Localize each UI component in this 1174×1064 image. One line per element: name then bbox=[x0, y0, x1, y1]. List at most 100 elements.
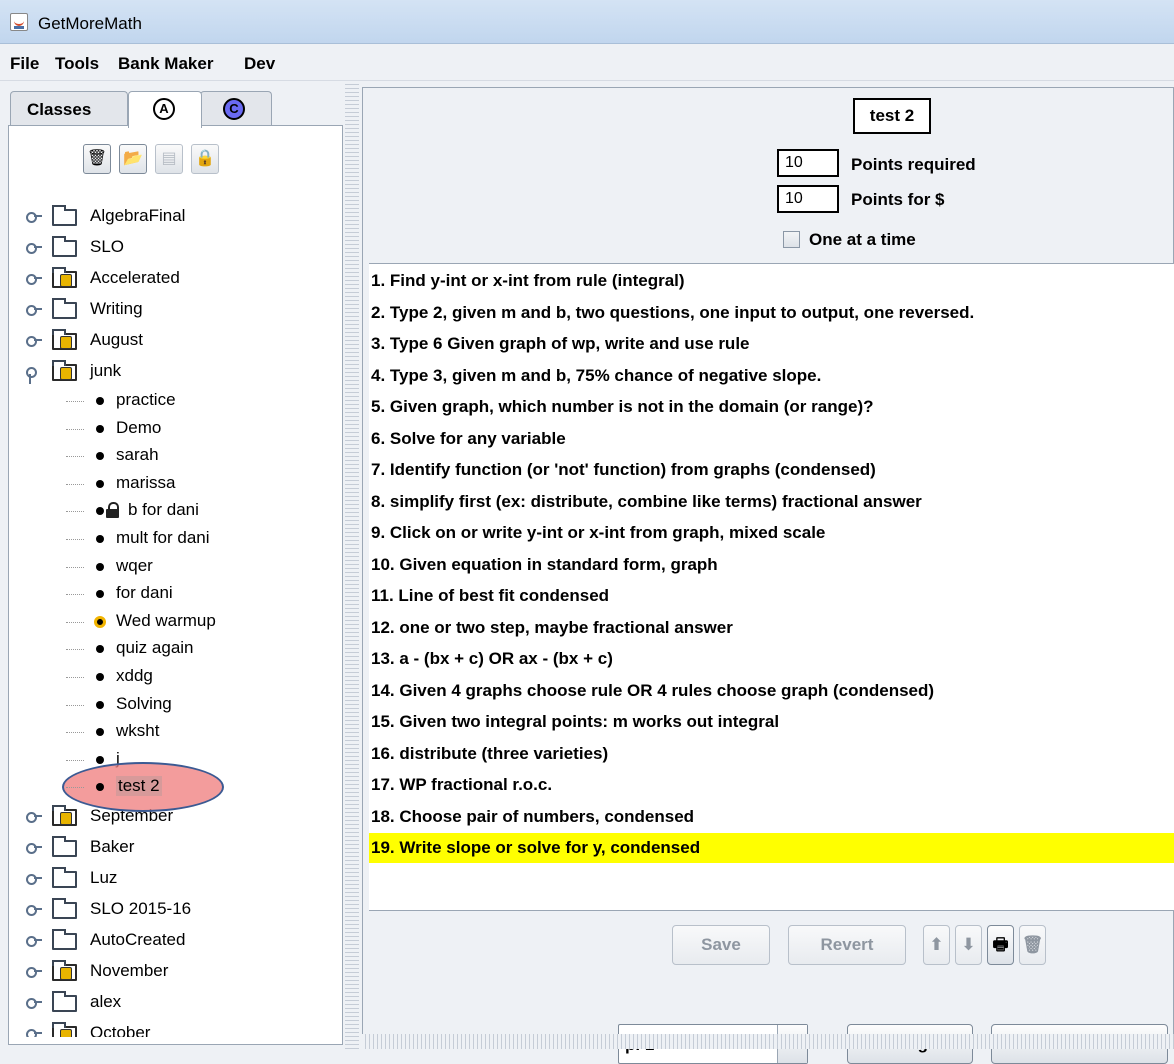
new-item-button[interactable]: ▤ bbox=[155, 144, 183, 174]
points-required-input[interactable]: 10 bbox=[777, 149, 839, 177]
question-row[interactable]: 18. Choose pair of numbers, condensed bbox=[369, 802, 1174, 832]
menu-file[interactable]: File bbox=[10, 54, 39, 74]
expand-key-icon[interactable] bbox=[26, 273, 42, 285]
one-at-a-time-checkbox[interactable] bbox=[783, 231, 800, 248]
tree-item[interactable]: AutoCreated bbox=[10, 926, 340, 957]
tree-item[interactable]: August bbox=[10, 326, 340, 357]
tree-item[interactable]: alex bbox=[10, 988, 340, 1019]
tree-item[interactable]: SLO 2015-16 bbox=[10, 895, 340, 926]
trash-button[interactable]: 🗑 bbox=[83, 144, 111, 174]
folder-badge-icon bbox=[52, 329, 77, 350]
question-row[interactable]: 19. Write slope or solve for y, condense… bbox=[369, 833, 1174, 863]
trash-icon[interactable]: 🗑 bbox=[1019, 925, 1046, 965]
folder-icon bbox=[52, 298, 77, 319]
expand-key-icon[interactable] bbox=[26, 842, 42, 854]
expand-key-icon[interactable] bbox=[26, 335, 42, 347]
list-item[interactable]: b for dani bbox=[10, 498, 340, 526]
tab-c[interactable]: C bbox=[200, 91, 272, 126]
bullet-icon bbox=[96, 562, 104, 571]
list-item[interactable]: xddg bbox=[10, 664, 340, 692]
question-row[interactable]: 8. simplify first (ex: distribute, combi… bbox=[369, 487, 1174, 517]
resize-grip[interactable] bbox=[362, 1034, 1174, 1049]
tree-item[interactable]: Accelerated bbox=[10, 264, 340, 295]
menu-bank-maker[interactable]: Bank Maker bbox=[118, 54, 213, 74]
list-item[interactable]: Wed warmup bbox=[10, 609, 340, 637]
tree-item-junk[interactable]: junk bbox=[10, 357, 340, 388]
circle-c-icon: C bbox=[223, 98, 245, 120]
tab-a[interactable]: A bbox=[128, 91, 202, 128]
question-row[interactable]: 1. Find y-int or x-int from rule (integr… bbox=[369, 266, 1174, 296]
question-row[interactable]: 6. Solve for any variable bbox=[369, 424, 1174, 454]
tree-item[interactable]: AlgebraFinal bbox=[10, 202, 340, 233]
save-button[interactable]: Save bbox=[672, 925, 770, 965]
expand-key-icon[interactable] bbox=[26, 935, 42, 947]
expand-key-icon[interactable] bbox=[26, 242, 42, 254]
question-row[interactable]: 11. Line of best fit condensed bbox=[369, 581, 1174, 611]
bullet-icon bbox=[96, 672, 104, 681]
arrow-down-icon[interactable]: ⬇ bbox=[955, 925, 982, 965]
lock-button[interactable]: 🔒 bbox=[191, 144, 219, 174]
bullet-icon bbox=[96, 728, 104, 737]
question-row[interactable]: 10. Given equation in standard form, gra… bbox=[369, 550, 1174, 580]
tab-classes[interactable]: Classes bbox=[10, 91, 128, 126]
list-item[interactable]: for dani bbox=[10, 581, 340, 609]
open-folder-button[interactable]: 📂 bbox=[119, 144, 147, 174]
tree-item[interactable]: Writing bbox=[10, 295, 340, 326]
tree-item[interactable]: Baker bbox=[10, 833, 340, 864]
list-item[interactable]: marissa bbox=[10, 471, 340, 499]
question-row[interactable]: 5. Given graph, which number is not in t… bbox=[369, 392, 1174, 422]
question-row[interactable]: 17. WP fractional r.o.c. bbox=[369, 770, 1174, 800]
revert-button[interactable]: Revert bbox=[788, 925, 906, 965]
question-row[interactable]: 16. distribute (three varieties) bbox=[369, 739, 1174, 769]
points-dollar-input[interactable]: 10 bbox=[777, 185, 839, 213]
tree-item[interactable]: November bbox=[10, 957, 340, 988]
expand-key-icon[interactable] bbox=[26, 304, 42, 316]
list-item-selected[interactable]: test 2 bbox=[10, 762, 340, 813]
tree-item[interactable]: October bbox=[10, 1019, 340, 1037]
bullet-icon bbox=[96, 590, 104, 599]
print-icon[interactable]: 🖶 bbox=[987, 925, 1014, 965]
expand-key-icon[interactable] bbox=[26, 1028, 42, 1037]
expand-key-icon[interactable] bbox=[26, 904, 42, 916]
window-title: GetMoreMath bbox=[38, 14, 142, 33]
expand-key-icon[interactable] bbox=[26, 211, 42, 223]
folder-badge-icon bbox=[52, 1021, 77, 1037]
list-item[interactable]: mult for dani bbox=[10, 526, 340, 554]
arrow-up-icon[interactable]: ⬆ bbox=[923, 925, 950, 965]
question-row[interactable]: 12. one or two step, maybe fractional an… bbox=[369, 613, 1174, 643]
question-row[interactable]: 15. Given two integral points: m works o… bbox=[369, 707, 1174, 737]
expand-key-icon[interactable] bbox=[26, 811, 42, 823]
folder-icon bbox=[52, 866, 77, 888]
question-row[interactable]: 14. Given 4 graphs choose rule OR 4 rule… bbox=[369, 676, 1174, 706]
expand-key-icon[interactable] bbox=[26, 873, 42, 885]
question-row[interactable]: 9. Click on or write y-int or x-int from… bbox=[369, 518, 1174, 548]
question-row[interactable]: 3. Type 6 Given graph of wp, write and u… bbox=[369, 329, 1174, 359]
list-item[interactable]: wksht bbox=[10, 719, 340, 747]
folder-badge-icon bbox=[52, 804, 77, 826]
menu-tools[interactable]: Tools bbox=[55, 54, 99, 74]
bullet-icon bbox=[96, 479, 104, 488]
expand-key-icon[interactable] bbox=[26, 997, 42, 1009]
menu-dev[interactable]: Dev bbox=[244, 54, 275, 74]
question-row[interactable]: 7. Identify function (or 'not' function)… bbox=[369, 455, 1174, 485]
split-pane-divider[interactable] bbox=[345, 81, 359, 1049]
list-item[interactable]: Solving bbox=[10, 692, 340, 720]
list-item[interactable]: quiz again bbox=[10, 636, 340, 664]
list-item[interactable]: practice bbox=[10, 388, 340, 416]
folder-badge-icon bbox=[52, 959, 77, 981]
list-item[interactable]: Demo bbox=[10, 416, 340, 444]
question-row[interactable]: 2. Type 2, given m and b, two questions,… bbox=[369, 298, 1174, 328]
collapse-key-icon[interactable] bbox=[26, 366, 37, 384]
list-item[interactable]: wqer bbox=[10, 554, 340, 582]
tree-item[interactable]: SLO bbox=[10, 233, 340, 264]
points-dollar-label: Points for $ bbox=[851, 190, 945, 209]
expand-key-icon[interactable] bbox=[26, 966, 42, 978]
folder-icon bbox=[52, 835, 77, 857]
question-row[interactable]: 4. Type 3, given m and b, 75% chance of … bbox=[369, 361, 1174, 391]
question-row[interactable]: 13. a - (bx + c) OR ax - (bx + c) bbox=[369, 644, 1174, 674]
junk-children: practice Demo sarah marissa b for dani m… bbox=[10, 388, 340, 813]
class-tree: AlgebraFinal SLO Accelerated Writing Aug… bbox=[10, 202, 340, 1037]
list-item[interactable]: sarah bbox=[10, 443, 340, 471]
tree-item[interactable]: Luz bbox=[10, 864, 340, 895]
test-name-field[interactable]: test 2 bbox=[853, 98, 931, 134]
